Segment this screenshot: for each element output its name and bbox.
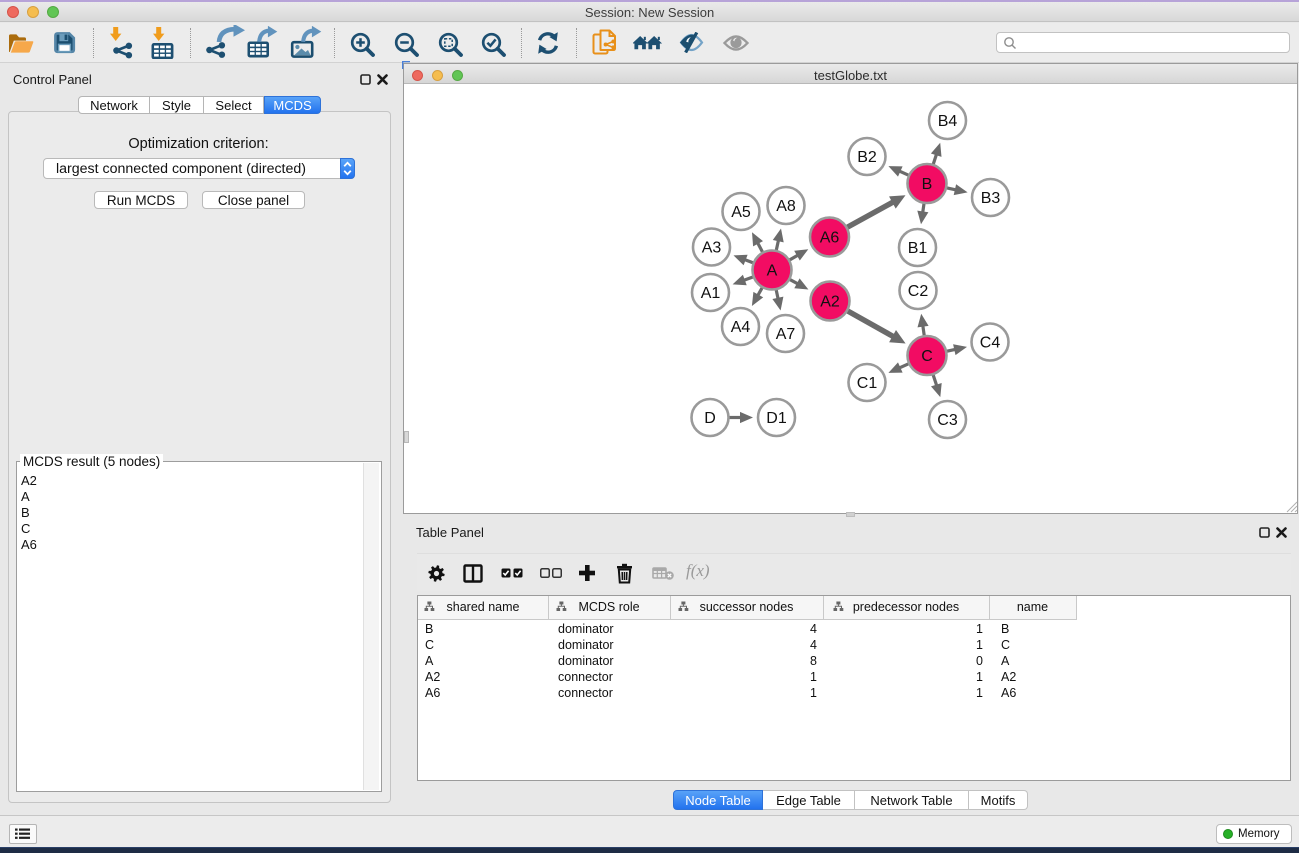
svg-text:A6: A6 — [820, 230, 840, 247]
svg-text:B4: B4 — [938, 113, 958, 130]
svg-text:A3: A3 — [702, 240, 722, 257]
svg-text:C1: C1 — [857, 375, 878, 392]
svg-text:A1: A1 — [701, 285, 721, 302]
svg-text:A4: A4 — [731, 319, 751, 336]
svg-text:C4: C4 — [980, 335, 1001, 352]
svg-text:A8: A8 — [776, 198, 796, 215]
svg-text:B1: B1 — [908, 240, 928, 257]
svg-text:A: A — [767, 263, 778, 280]
svg-text:C: C — [921, 348, 933, 365]
svg-text:D1: D1 — [766, 410, 787, 427]
svg-text:A7: A7 — [776, 326, 796, 343]
svg-text:B3: B3 — [981, 190, 1001, 207]
svg-text:A2: A2 — [820, 294, 840, 311]
svg-text:C2: C2 — [908, 283, 929, 300]
svg-text:A5: A5 — [731, 204, 751, 221]
svg-text:C3: C3 — [937, 412, 958, 429]
svg-text:B2: B2 — [857, 149, 877, 166]
svg-text:B: B — [922, 176, 933, 193]
svg-text:D: D — [704, 410, 716, 427]
